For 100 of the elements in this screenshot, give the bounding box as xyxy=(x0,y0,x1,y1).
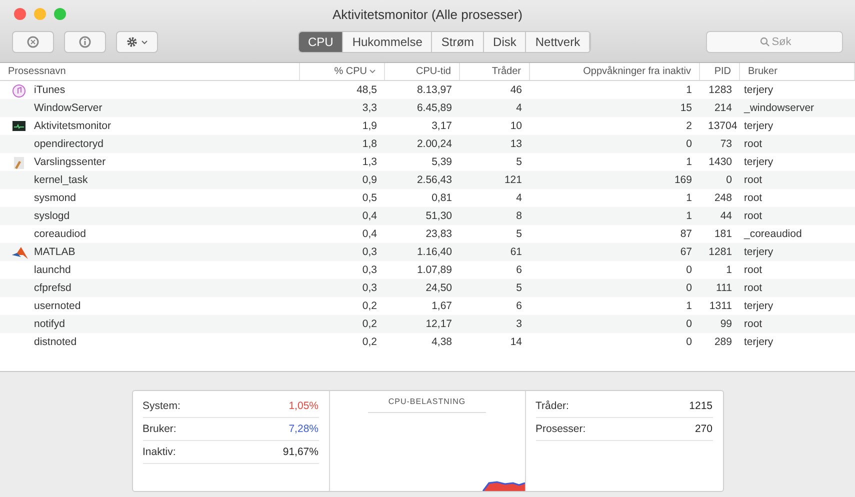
column-header[interactable]: Prosessnavn xyxy=(0,63,300,80)
table-cell-text: 61 xyxy=(509,246,523,258)
table-cell-text: 1281 xyxy=(708,246,733,258)
table-cell-text: 1283 xyxy=(708,84,733,96)
process-name: launchd xyxy=(33,264,72,276)
table-cell-text: 5 xyxy=(515,282,523,294)
table-cell-text: 1 xyxy=(685,300,693,312)
table-cell-text: 1 xyxy=(685,156,693,168)
process-name: usernoted xyxy=(33,300,82,312)
stat-value: 270 xyxy=(694,423,712,435)
table-cell-text: terjery xyxy=(743,246,774,258)
table-cell-text: 13704 xyxy=(707,120,738,132)
table-cell-text: 111 xyxy=(715,282,733,294)
table-cell-text: 0 xyxy=(685,318,693,330)
process-name: opendirectoryd xyxy=(33,138,104,150)
table-cell-text: 1 xyxy=(685,84,693,96)
table-cell-text: 2.00,24 xyxy=(416,138,453,150)
process-name: coreaudiod xyxy=(33,228,87,240)
stop-icon xyxy=(27,36,39,48)
table-cell-text: 8 xyxy=(515,210,523,222)
table-cell-text: 1 xyxy=(685,192,693,204)
search-icon xyxy=(760,37,770,47)
table-cell-text: 5 xyxy=(515,228,523,240)
table-cell-text: 1,67 xyxy=(430,300,453,312)
tab[interactable]: CPU xyxy=(299,32,344,52)
info-button[interactable] xyxy=(64,31,106,53)
table-cell-text: root xyxy=(743,282,764,294)
table-cell-text: 14 xyxy=(509,336,523,348)
table-cell-text: 0 xyxy=(685,138,693,150)
process-name: notifyd xyxy=(33,318,66,330)
pencil-icon xyxy=(12,156,26,170)
table-cell-text: 0 xyxy=(685,282,693,294)
table-cell-text: 0,2 xyxy=(361,300,378,312)
table-cell-text: 12,17 xyxy=(424,318,453,330)
table-cell-text: 4 xyxy=(515,192,523,204)
table-cell-text: 0,2 xyxy=(361,318,378,330)
column-header[interactable]: PID xyxy=(700,63,740,80)
table-cell-text: 214 xyxy=(713,102,733,114)
column-header[interactable]: Tråder xyxy=(460,63,530,80)
stat-value: 91,67% xyxy=(282,446,318,458)
table-cell-text: root xyxy=(743,210,764,222)
table-cell-text: 87 xyxy=(679,228,693,240)
table-cell-text: root xyxy=(743,318,764,330)
search-field[interactable]: Søk xyxy=(706,31,843,53)
table-cell-text: terjery xyxy=(743,84,774,96)
process-name: sysmond xyxy=(33,192,78,204)
table-cell-text: terjery xyxy=(743,156,774,168)
table-cell-text: 99 xyxy=(719,318,733,330)
table-cell-text: 0,9 xyxy=(361,174,378,186)
sort-icon xyxy=(369,69,376,74)
column-header[interactable]: CPU-tid xyxy=(385,63,460,80)
table-cell-text: 13 xyxy=(509,138,523,150)
table-cell-text: 4 xyxy=(515,102,523,114)
window-title: Aktivitetsmonitor (Alle prosesser) xyxy=(332,6,522,22)
stat-value: 7,28% xyxy=(288,423,318,435)
actions-button[interactable] xyxy=(116,31,158,53)
table-cell-text: 0,4 xyxy=(361,228,378,240)
table-cell-text: 289 xyxy=(713,336,733,348)
gear-icon xyxy=(126,36,138,48)
table-cell-text: 44 xyxy=(719,210,733,222)
close-button[interactable] xyxy=(14,8,26,20)
stat-label: Tråder: xyxy=(536,400,569,412)
process-name: MATLAB xyxy=(33,246,76,258)
table-cell-text: 24,50 xyxy=(424,282,453,294)
table-cell-text: 1 xyxy=(685,210,693,222)
table-cell-text: 2.56,43 xyxy=(416,174,453,186)
table-cell-text: 0,3 xyxy=(361,264,378,276)
table-cell-text: 2 xyxy=(685,120,693,132)
table-cell-text: terjery xyxy=(743,336,774,348)
stat-label: Prosesser: xyxy=(536,423,586,435)
peak-icon xyxy=(12,246,28,260)
process-name: Varslingssenter xyxy=(33,156,107,168)
table-cell-text: 8.13,97 xyxy=(416,84,453,96)
column-header[interactable]: % CPU xyxy=(300,63,385,80)
process-name: kernel_task xyxy=(33,174,89,186)
stat-value: 1,05% xyxy=(288,400,318,412)
process-name: cfprefsd xyxy=(33,282,72,294)
table-cell-text: 73 xyxy=(719,138,733,150)
table-cell-text: 3,3 xyxy=(361,102,378,114)
process-name: iTunes xyxy=(33,84,66,96)
table-cell-text: 4,38 xyxy=(430,336,453,348)
zoom-button[interactable] xyxy=(54,8,66,20)
table-cell-text: 6.45,89 xyxy=(416,102,453,114)
table-cell-text: 3,17 xyxy=(430,120,453,132)
table-cell-text: 0,3 xyxy=(361,282,378,294)
column-header[interactable]: Bruker xyxy=(740,63,855,80)
table-cell-text: _windowserver xyxy=(742,102,816,114)
stop-button[interactable] xyxy=(12,31,54,53)
table-cell-text: 0,81 xyxy=(430,192,453,204)
table-cell-text: 1,3 xyxy=(361,156,378,168)
stat-label: Bruker: xyxy=(142,423,176,435)
table-cell-text: 121 xyxy=(503,174,523,186)
monitor-icon xyxy=(12,120,26,132)
table-cell-text: 248 xyxy=(713,192,733,204)
table-cell-text: 1,8 xyxy=(361,138,378,150)
table-cell-text: root xyxy=(743,174,764,186)
process-name: WindowServer xyxy=(33,102,104,114)
table-cell-text: 6 xyxy=(515,300,523,312)
table-cell-text: 0,5 xyxy=(361,192,378,204)
column-header[interactable]: Oppvåkninger fra inaktiv xyxy=(530,63,700,80)
